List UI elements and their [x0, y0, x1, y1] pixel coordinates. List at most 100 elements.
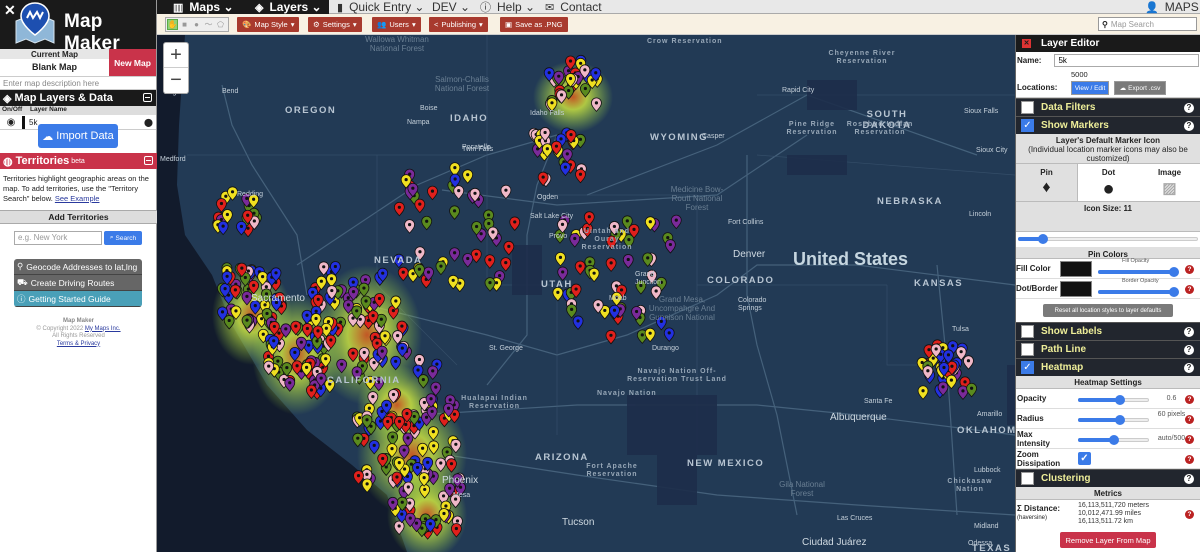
map-canvas[interactable]: + − United States OREGON IDAHO WYOMING S…	[157, 35, 1015, 552]
region-label: Chickasaw Nation	[947, 478, 993, 493]
driving-routes-button[interactable]: ⛟ Create Driving Routes	[14, 275, 142, 291]
help-icon[interactable]: ?	[1185, 395, 1194, 404]
heatmap-radius-slider[interactable]	[1076, 415, 1151, 425]
path-line-toggle[interactable]: Path Line?	[1016, 340, 1200, 358]
slider-handle[interactable]	[1108, 435, 1119, 445]
icon-type-pin[interactable]: Pin ♦	[1016, 164, 1078, 201]
zoom-out-button[interactable]: −	[164, 68, 188, 93]
territory-search-input[interactable]: e.g. New York	[14, 231, 102, 245]
collapse-icon[interactable]	[143, 93, 152, 102]
icon-size-slider[interactable]	[1016, 234, 1200, 244]
nav-quick-entry[interactable]: ▮ Quick Entry ⌄	[337, 0, 424, 14]
rectangle-icon[interactable]: ■	[179, 19, 190, 30]
map-marker-dot	[619, 288, 624, 292]
map-style-button[interactable]: 🎨 Map Style ▾	[237, 17, 300, 32]
reset-styles-button[interactable]: Reset all location styles to layer defau…	[1043, 304, 1173, 317]
company-link[interactable]: My Maps Inc.	[85, 326, 121, 332]
help-icon[interactable]: ?	[1185, 265, 1194, 274]
slider-handle[interactable]	[1169, 267, 1179, 277]
terms-link[interactable]: Terms & Privacy	[57, 341, 100, 347]
map-marker-dot	[383, 334, 387, 338]
help-icon[interactable]: ?	[1185, 510, 1194, 519]
map-search-input[interactable]: ⚲ Map Search	[1098, 17, 1197, 31]
checkbox-checked[interactable]: ✓	[1021, 119, 1034, 132]
map-marker-dot	[397, 461, 401, 465]
map-description-input[interactable]: Enter map description here	[0, 77, 156, 90]
getting-started-button[interactable]: ⓘ Getting Started Guide	[14, 291, 142, 307]
map-marker-dot	[272, 339, 276, 343]
map-marker-dot	[454, 442, 458, 446]
heatmap-max-intensity-slider[interactable]	[1076, 435, 1151, 445]
layer-name-input[interactable]	[1054, 53, 1200, 67]
border-color-swatch[interactable]	[1060, 281, 1092, 297]
import-data-button[interactable]: ☁ Import Data	[38, 124, 118, 148]
circle-icon[interactable]: ●	[191, 19, 202, 30]
map-layers-header[interactable]: ◈ Map Layers & Data	[0, 90, 156, 106]
fill-color-swatch[interactable]	[1060, 261, 1092, 277]
settings-button[interactable]: ⚙ Settings ▾	[308, 17, 362, 32]
heatmap-toggle[interactable]: ✓ Heatmap?	[1016, 358, 1200, 376]
slider-handle[interactable]	[1038, 234, 1049, 244]
view-edit-button[interactable]: View / Edit	[1071, 81, 1109, 95]
geocode-button[interactable]: ⚲ Geocode Addresses to lat,lng	[14, 259, 142, 275]
map-marker-dot	[379, 317, 383, 321]
icon-type-dot[interactable]: Dot ●	[1078, 164, 1139, 201]
close-icon[interactable]: ✕	[1022, 39, 1031, 48]
account-menu[interactable]: 👤 MAPS	[1145, 0, 1199, 14]
data-filters-toggle[interactable]: Data Filters?	[1016, 98, 1200, 116]
help-icon[interactable]: ?	[1184, 474, 1194, 484]
territory-search-button[interactable]: ⌕ Search	[104, 231, 142, 245]
polyline-icon[interactable]: 〜	[203, 19, 214, 30]
heatmap-opacity-slider[interactable]	[1076, 395, 1151, 405]
hand-pan-icon[interactable]: ✋	[167, 19, 178, 30]
slider-handle[interactable]	[1114, 415, 1125, 425]
publishing-button[interactable]: < Publishing ▾	[429, 17, 488, 32]
polygon-icon[interactable]: ⬠	[215, 19, 226, 30]
icon-type-image[interactable]: Image ▨	[1139, 164, 1200, 201]
map-marker	[917, 385, 929, 400]
map-marker-dot	[407, 223, 412, 227]
map-marker-dot	[453, 177, 457, 181]
checkbox[interactable]	[1021, 325, 1034, 338]
zoom-dissipation-checkbox[interactable]: ✓	[1078, 452, 1091, 465]
help-icon[interactable]: ?	[1185, 455, 1194, 464]
territories-header[interactable]: ◍ Territories beta	[0, 153, 157, 169]
checkbox[interactable]	[1021, 472, 1034, 485]
help-icon[interactable]: ?	[1185, 285, 1194, 294]
save-png-button[interactable]: ▣ Save as .PNG	[500, 17, 568, 32]
visibility-eye-icon[interactable]: ◉	[0, 117, 22, 128]
checkbox[interactable]	[1021, 343, 1034, 356]
help-icon[interactable]: ?	[1184, 363, 1194, 373]
slider-handle[interactable]	[1169, 287, 1179, 297]
fill-opacity-slider[interactable]	[1096, 267, 1181, 277]
checkbox[interactable]	[1021, 101, 1034, 114]
help-icon[interactable]: ?	[1184, 345, 1194, 355]
city-label: Albuquerque	[830, 412, 887, 423]
layers-icon: ◈	[3, 92, 12, 105]
collapse-icon[interactable]	[144, 156, 153, 165]
slider-handle[interactable]	[1114, 395, 1125, 405]
nav-maps[interactable]: ▥ Maps ⌄	[173, 0, 234, 14]
help-icon[interactable]: ?	[1185, 415, 1194, 424]
export-csv-button[interactable]: ☁ Export .csv	[1114, 81, 1166, 95]
help-icon[interactable]: ?	[1184, 121, 1194, 131]
help-icon[interactable]: ?	[1184, 327, 1194, 337]
clustering-toggle[interactable]: Clustering?	[1016, 469, 1200, 487]
help-icon[interactable]: ?	[1185, 435, 1194, 444]
nav-contact[interactable]: ✉ Contact	[545, 0, 602, 14]
show-labels-toggle[interactable]: Show Labels?	[1016, 322, 1200, 340]
zoom-in-button[interactable]: +	[164, 43, 188, 68]
map-marker-dot	[648, 220, 652, 224]
checkbox-checked[interactable]: ✓	[1021, 361, 1034, 374]
border-opacity-slider[interactable]	[1096, 287, 1181, 297]
users-button[interactable]: 👥 Users ▾	[372, 17, 421, 32]
nav-layers[interactable]: ◈ Layers ⌄	[255, 0, 322, 14]
current-map-name[interactable]: Blank Map	[0, 59, 109, 76]
map-marker-dot	[594, 71, 598, 75]
nav-help[interactable]: ⓘ Help ⌄	[480, 0, 535, 14]
nav-dev[interactable]: DEV ⌄	[432, 0, 470, 14]
show-markers-toggle[interactable]: ✓ Show Markers?	[1016, 116, 1200, 134]
see-example-link[interactable]: See Example	[55, 194, 100, 203]
help-icon[interactable]: ?	[1184, 103, 1194, 113]
remove-layer-button[interactable]: Remove Layer From Map	[1060, 532, 1156, 548]
